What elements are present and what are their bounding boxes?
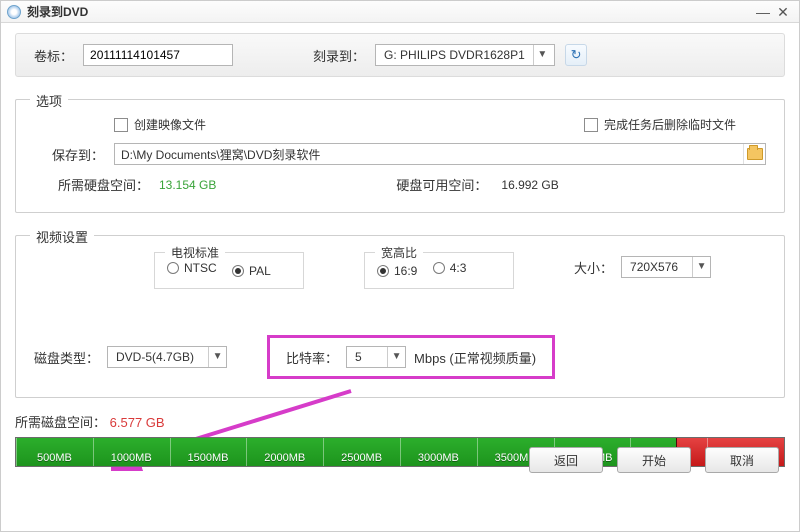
chevron-down-icon: ▼ (533, 45, 551, 65)
options-group: 选项 创建映像文件 完成任务后删除临时文件 保存到： D:\My Documen… (15, 99, 785, 213)
burn-to-value: G: PHILIPS DVDR1628P1 (376, 46, 533, 64)
save-to-label: 保存到： (34, 145, 104, 164)
checkbox-icon (114, 118, 128, 132)
delete-temp-checkbox[interactable]: 完成任务后删除临时文件 (584, 116, 736, 133)
save-to-value: D:\My Documents\狸窝\DVD刻录软件 (115, 144, 743, 165)
aspect-43-radio[interactable]: 4:3 (433, 261, 467, 275)
radio-selected-icon (377, 265, 389, 277)
avail-disk-value: 16.992 GB (501, 178, 558, 192)
size-select[interactable]: 720X576 ▼ (621, 256, 711, 278)
aspect-ratio-group: 宽高比 16:9 4:3 (364, 252, 514, 289)
capacity-tick: 3000MB (418, 452, 459, 464)
video-legend: 视频设置 (30, 227, 94, 246)
aspect-legend: 宽高比 (375, 244, 423, 261)
delete-temp-label: 完成任务后删除临时文件 (604, 116, 736, 133)
app-disc-icon (7, 5, 21, 19)
chevron-down-icon: ▼ (387, 347, 405, 367)
bitrate-value: 5 (347, 348, 387, 366)
create-image-label: 创建映像文件 (134, 116, 206, 133)
ntsc-radio[interactable]: NTSC (167, 261, 217, 275)
size-label: 大小： (574, 258, 613, 277)
capacity-tick: 2000MB (264, 452, 305, 464)
required-disk-label: 所需磁盘空间： (15, 415, 106, 430)
burn-to-select[interactable]: G: PHILIPS DVDR1628P1 ▼ (375, 44, 555, 66)
titlebar: 刻录到DVD — ✕ (1, 1, 799, 23)
options-legend: 选项 (30, 91, 68, 110)
button-bar: 返回 开始 取消 (529, 447, 779, 473)
burn-to-label: 刻录到： (313, 46, 365, 65)
video-settings-group: 视频设置 电视标准 NTSC PAL 宽高比 16:9 4:3 大小： 720X… (15, 235, 785, 398)
tv-standard-legend: 电视标准 (165, 244, 225, 261)
refresh-button[interactable]: ↻ (565, 44, 587, 66)
chevron-down-icon: ▼ (208, 347, 226, 367)
need-disk-value: 13.154 GB (159, 178, 216, 192)
refresh-icon: ↻ (571, 47, 582, 63)
disc-type-value: DVD-5(4.7GB) (108, 348, 208, 366)
avail-disk-label: 硬盘可用空间： (396, 175, 487, 194)
chevron-down-icon: ▼ (692, 257, 710, 277)
top-toolbar: 卷标： 刻录到： G: PHILIPS DVDR1628P1 ▼ ↻ (15, 33, 785, 77)
capacity-tick: 1500MB (187, 452, 228, 464)
disc-type-label: 磁盘类型： (34, 348, 99, 367)
disc-type-select[interactable]: DVD-5(4.7GB) ▼ (107, 346, 227, 368)
volume-label: 卷标： (34, 46, 73, 65)
bitrate-highlight-box: 比特率： 5 ▼ Mbps (正常视频质量) (267, 335, 555, 379)
capacity-tick: 1000MB (111, 452, 152, 464)
size-value: 720X576 (622, 258, 692, 276)
cancel-button[interactable]: 取消 (705, 447, 779, 473)
bitrate-unit: Mbps (正常视频质量) (414, 348, 536, 367)
checkbox-icon (584, 118, 598, 132)
back-button[interactable]: 返回 (529, 447, 603, 473)
capacity-tick: 500MB (37, 452, 72, 464)
start-button[interactable]: 开始 (617, 447, 691, 473)
volume-input[interactable] (83, 44, 233, 66)
pal-radio[interactable]: PAL (232, 264, 271, 278)
bitrate-label: 比特率： (286, 348, 338, 367)
required-disk-value: 6.577 GB (110, 415, 165, 430)
minimize-button[interactable]: — (753, 5, 773, 19)
radio-icon (167, 262, 179, 274)
aspect-169-radio[interactable]: 16:9 (377, 264, 417, 278)
radio-selected-icon (232, 265, 244, 277)
bitrate-select[interactable]: 5 ▼ (346, 346, 406, 368)
folder-icon (747, 148, 763, 160)
capacity-tick: 2500MB (341, 452, 382, 464)
browse-button[interactable] (743, 144, 765, 164)
close-button[interactable]: ✕ (773, 5, 793, 19)
need-disk-label: 所需硬盘空间： (34, 175, 149, 194)
required-disk-space: 所需磁盘空间： 6.577 GB (15, 412, 785, 431)
tv-standard-group: 电视标准 NTSC PAL (154, 252, 304, 289)
create-image-checkbox[interactable]: 创建映像文件 (114, 116, 206, 133)
save-to-input[interactable]: D:\My Documents\狸窝\DVD刻录软件 (114, 143, 766, 165)
window-title: 刻录到DVD (27, 3, 88, 20)
radio-icon (433, 262, 445, 274)
